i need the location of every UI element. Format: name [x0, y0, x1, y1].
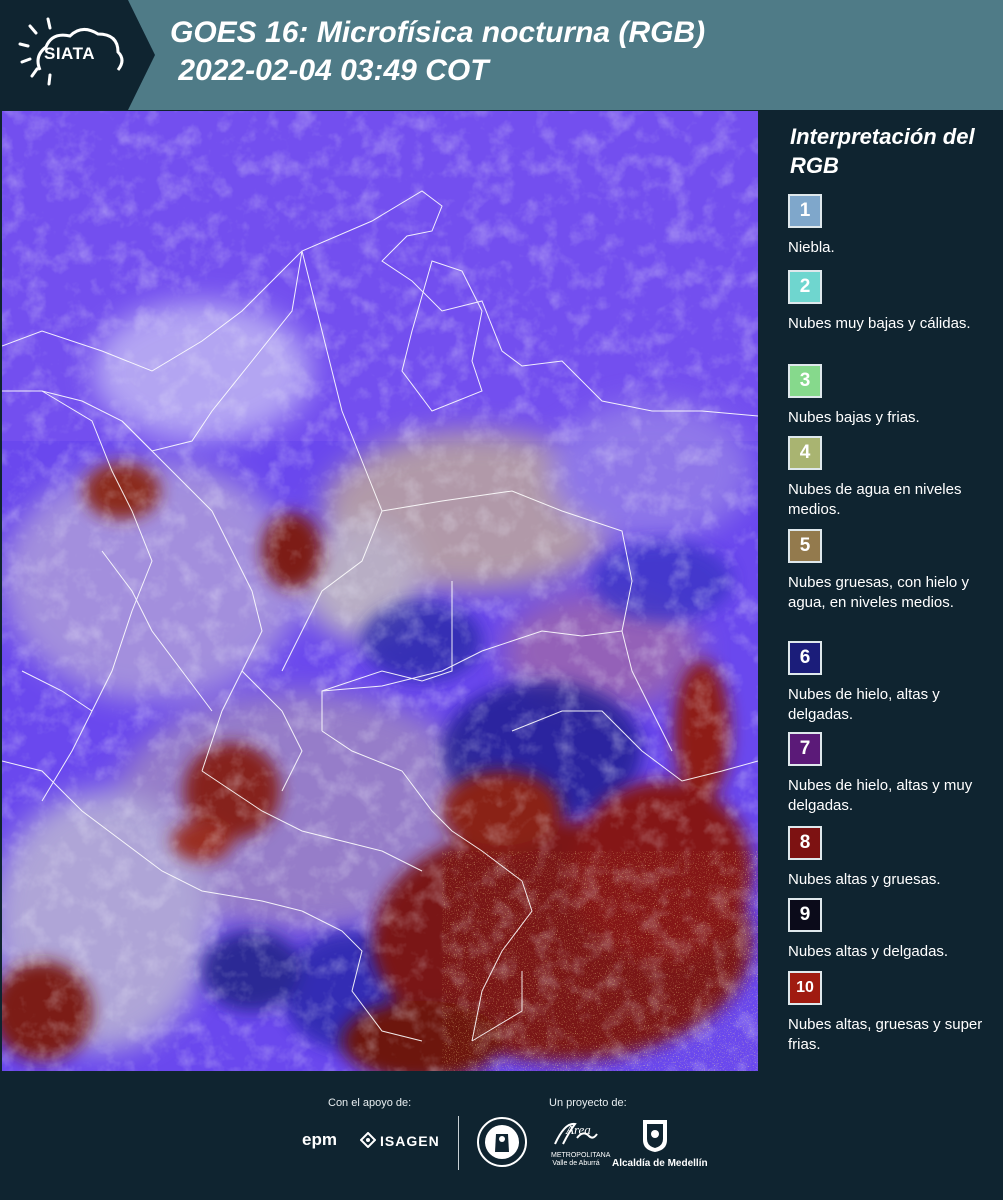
legend-swatch-7: 7: [788, 732, 822, 766]
medellin-shield-icon: [641, 1118, 669, 1159]
siata-logo: SIATA: [0, 0, 155, 110]
legend-item-10: 10 Nubes altas, gruesas y super frias.: [788, 971, 998, 1055]
header-bar: SIATA GOES 16: Microfísica nocturna (RGB…: [0, 0, 1003, 110]
alcaldia-medellin-text: Alcaldía de Medellín: [612, 1158, 708, 1169]
legend-swatch-8: 8: [788, 826, 822, 860]
legend-item-7: 7 Nubes de hielo, altas y muy delgadas.: [788, 732, 998, 816]
epm-logo: epm: [302, 1130, 337, 1149]
legend-swatch-6: 6: [788, 641, 822, 675]
satellite-map: [2, 111, 758, 1071]
isagen-icon: [359, 1131, 377, 1153]
logo-text: SIATA: [44, 44, 95, 63]
legend-swatch-4: 4: [788, 436, 822, 470]
footer: Con el apoyo de: Un proyecto de: epm ISA…: [0, 1072, 1003, 1200]
area-metropolitana-text: METROPOLITANA Valle de Aburrá: [551, 1152, 611, 1167]
legend-item-1: 1 Niebla.: [788, 194, 998, 258]
legend-label-10: Nubes altas, gruesas y super frias.: [788, 1016, 983, 1053]
legend-label-6: Nubes de hielo, altas y delgadas.: [788, 686, 940, 723]
isagen-logo: ISAGEN: [380, 1133, 440, 1149]
legend-item-4: 4 Nubes de agua en niveles medios.: [788, 436, 998, 520]
legend-swatch-10: 10: [788, 971, 822, 1005]
title-line-1: GOES 16: Microfísica nocturna (RGB): [170, 16, 706, 49]
legend-label-9: Nubes altas y delgadas.: [788, 943, 949, 960]
legend-item-6: 6 Nubes de hielo, altas y delgadas.: [788, 641, 998, 725]
legend-item-9: 9 Nubes altas y delgadas.: [788, 898, 998, 962]
legend-swatch-3: 3: [788, 364, 822, 398]
legend-item-2: 2 Nubes muy bajas y cálidas.: [788, 270, 998, 334]
legend-swatch-1: 1: [788, 194, 822, 228]
legend-label-4: Nubes de agua en niveles medios.: [788, 481, 962, 518]
university-seal-icon: [476, 1116, 528, 1173]
legend-label-1: Niebla.: [788, 239, 835, 256]
legend-label-3: Nubes bajas y frias.: [788, 409, 920, 426]
legend-title: Interpretación del RGB: [790, 124, 975, 178]
footer-divider: [458, 1116, 459, 1170]
legend-panel: Interpretación del RGB 1 Niebla. 2 Nubes…: [760, 110, 1003, 1072]
legend-label-7: Nubes de hielo, altas y muy delgadas.: [788, 777, 973, 814]
legend-swatch-5: 5: [788, 529, 822, 563]
legend-swatch-2: 2: [788, 270, 822, 304]
legend-item-5: 5 Nubes gruesas, con hielo y agua, en ni…: [788, 529, 998, 613]
page-title: GOES 16: Microfísica nocturna (RGB) 2022…: [170, 14, 705, 90]
area-script-text: Área: [566, 1122, 591, 1137]
legend-label-2: Nubes muy bajas y cálidas.: [788, 315, 971, 332]
legend-swatch-9: 9: [788, 898, 822, 932]
legend-item-3: 3 Nubes bajas y frias.: [788, 364, 998, 428]
legend-item-8: 8 Nubes altas y gruesas.: [788, 826, 998, 890]
project-label: Un proyecto de:: [549, 1097, 627, 1109]
legend-label-5: Nubes gruesas, con hielo y agua, en nive…: [788, 574, 969, 611]
support-label: Con el apoyo de:: [328, 1097, 412, 1109]
legend-label-8: Nubes altas y gruesas.: [788, 871, 941, 888]
title-line-2: 2022-02-04 03:49 COT: [170, 54, 489, 87]
